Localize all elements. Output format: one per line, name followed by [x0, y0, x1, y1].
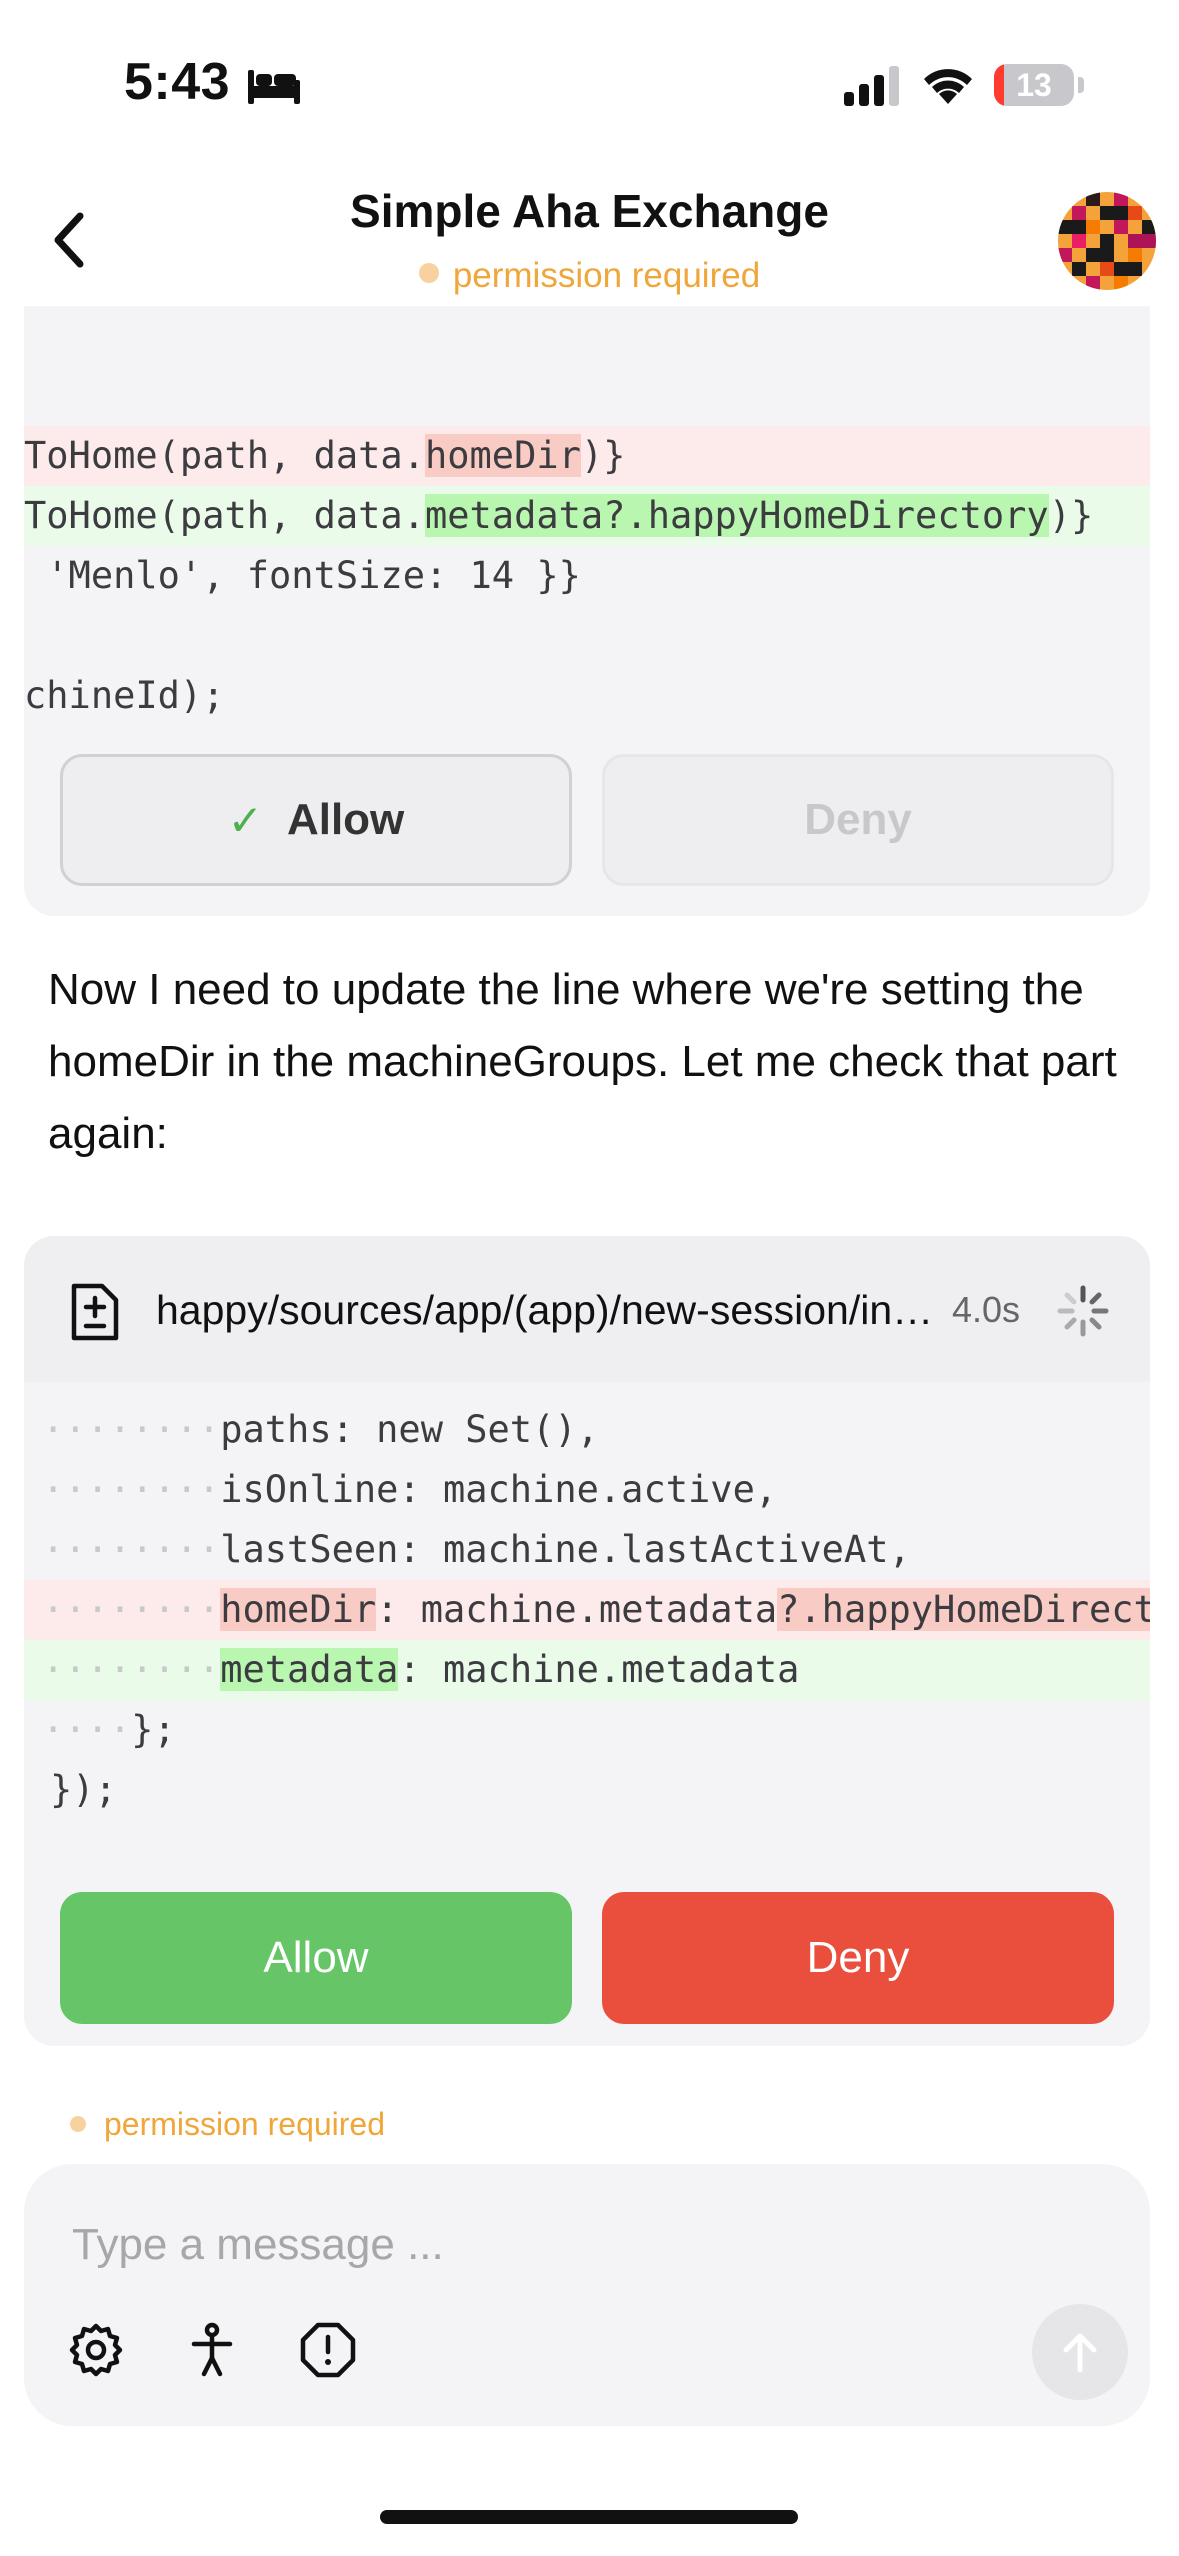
signal-icon [844, 66, 899, 106]
avatar[interactable] [1058, 192, 1156, 290]
assistant-message: Now I need to update the line where we'r… [48, 965, 1117, 1158]
diff-card-previous: ToHome(path, data.homeDir)} ToHome(path,… [24, 306, 1150, 916]
code-text: ToHome(path, data. [24, 494, 425, 537]
code-line: ····}; [24, 1700, 1150, 1760]
code-line: chineId); [24, 674, 225, 717]
diff-code: ToHome(path, data.homeDir)} ToHome(path,… [24, 366, 1150, 726]
page-title: Simple Aha Exchange [350, 185, 829, 237]
wifi-icon [924, 69, 972, 104]
gear-icon[interactable] [66, 2320, 126, 2380]
diff-card-pending: happy/sources/app/(app)/new-session/inde… [24, 1236, 1150, 2046]
code-text: paths: new Set(), [220, 1408, 599, 1451]
pixel-avatar [1058, 192, 1156, 290]
code-line: ········lastSeen: machine.lastActiveAt, [24, 1520, 1150, 1580]
deny-button-disabled: Deny [602, 754, 1114, 886]
code-line: ········isOnline: machine.active, [24, 1460, 1150, 1520]
battery-level: 13 [1016, 67, 1052, 103]
added-highlight: metadata [220, 1648, 399, 1691]
indent-dots: ···· [42, 1708, 132, 1751]
removed-highlight: homeDir [220, 1588, 377, 1631]
removed-highlight: homeDir [424, 434, 581, 477]
code-text: }); [50, 1768, 117, 1811]
added-highlight: metadata?.happyHomeDirectory [424, 494, 1049, 537]
code-line: }); [24, 1760, 1150, 1820]
code-line-removed: ········homeDir: machine.metadata?.happy… [24, 1580, 1150, 1640]
indent-dots: ········ [42, 1408, 221, 1451]
deny-button[interactable]: Deny [602, 1892, 1114, 2024]
code-text: : machine.metadata [398, 1648, 800, 1691]
code-text: ToHome(path, data. [24, 434, 425, 477]
code-text: )} [1048, 494, 1094, 537]
deny-label: Deny [804, 795, 912, 844]
code-text: )} [580, 434, 626, 477]
status-dot [418, 263, 439, 283]
header-status-text: permission required [452, 256, 761, 295]
code-line-removed: ToHome(path, data.homeDir)} [24, 426, 1150, 486]
code-text: : machine.metadata [376, 1588, 778, 1631]
accessibility-icon[interactable] [182, 2320, 242, 2380]
chat-header: Simple Aha Exchange permission required [0, 160, 1179, 310]
code-line-added: ToHome(path, data.metadata?.happyHomeDir… [24, 486, 1150, 546]
code-line: ········paths: new Set(), [24, 1400, 1150, 1460]
bed-icon [248, 70, 300, 104]
footer-status: permission required [70, 2106, 385, 2143]
status-bar: 5:43 13 [0, 0, 1179, 150]
status-time: 5:43 [124, 53, 231, 111]
message-input[interactable] [72, 2210, 1072, 2280]
spinner-icon [1057, 1285, 1109, 1337]
removed-highlight: ?.happyHomeDirectory [777, 1588, 1150, 1631]
header-status: permission required [0, 256, 1179, 296]
indent-dots: ········ [42, 1648, 221, 1691]
allow-button-selected[interactable]: ✓ Allow [60, 754, 572, 886]
allow-button[interactable]: Allow [60, 1892, 572, 2024]
file-path: happy/sources/app/(app)/new-session/inde… [156, 1287, 936, 1333]
alert-octagon-icon[interactable] [298, 2320, 358, 2380]
status-dot [70, 2116, 86, 2132]
battery-cap [1078, 77, 1084, 93]
code-text: isOnline: machine.active, [220, 1468, 778, 1511]
code-line: 'Menlo', fontSize: 14 }} [24, 554, 581, 597]
code-line-added: ········metadata: machine.metadata [24, 1640, 1150, 1700]
code-text: }; [131, 1708, 176, 1751]
file-header[interactable]: happy/sources/app/(app)/new-session/inde… [24, 1236, 1150, 1382]
code-text: lastSeen: machine.lastActiveAt, [220, 1528, 911, 1571]
file-diff-icon [71, 1283, 119, 1341]
elapsed-time: 4.0s [952, 1289, 1021, 1330]
indent-dots: ········ [42, 1528, 221, 1571]
message-composer [24, 2164, 1150, 2426]
allow-label: Allow [286, 795, 405, 844]
arrow-up-icon [1063, 2333, 1097, 2373]
checkmark-icon: ✓ [227, 796, 263, 844]
indent-dots: ········ [42, 1588, 221, 1631]
battery-icon: 13 [994, 64, 1074, 106]
indent-dots: ········ [42, 1468, 221, 1511]
footer-status-text: permission required [104, 2106, 386, 2142]
send-button[interactable] [1032, 2304, 1128, 2400]
diff-code: ········paths: new Set(), ········isOnli… [24, 1400, 1150, 1820]
home-indicator[interactable] [380, 2510, 798, 2524]
